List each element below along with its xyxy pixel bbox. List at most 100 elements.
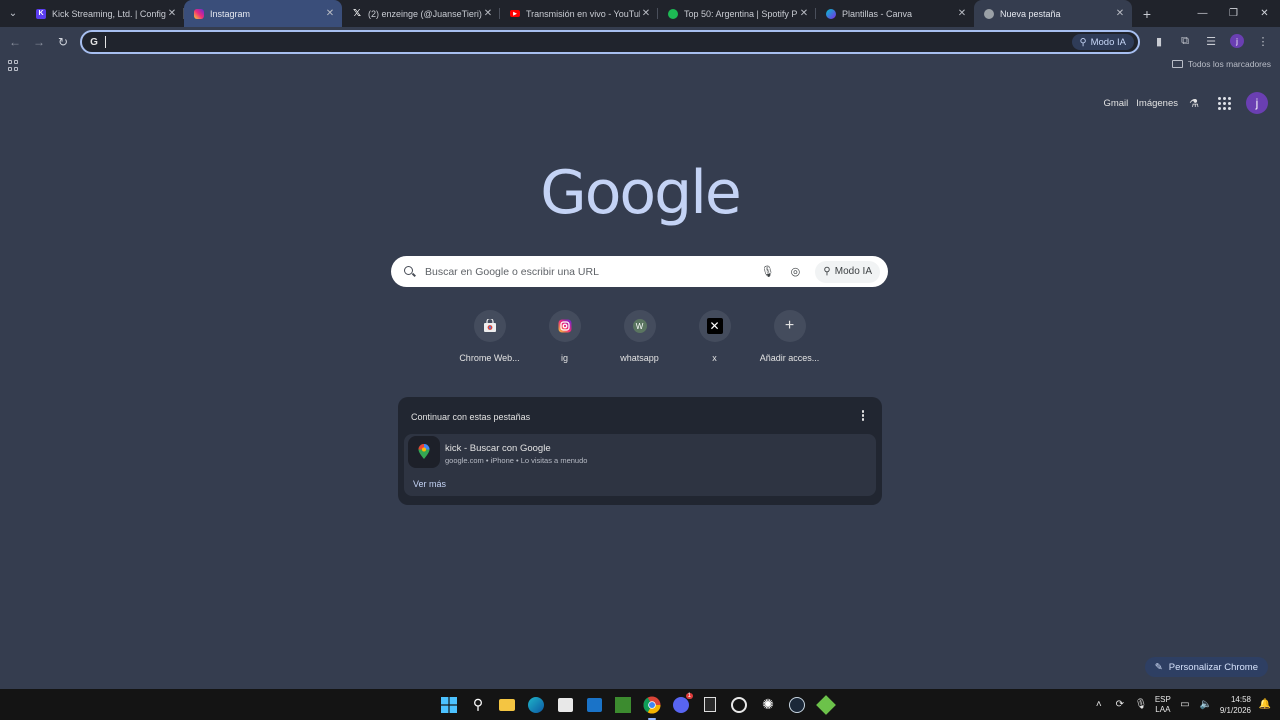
- network-icon[interactable]: ▭: [1178, 699, 1192, 710]
- toolbar-right: ▮ ⧉ ☰ j ⋮: [1148, 30, 1274, 52]
- shortcut-add[interactable]: + Añadir acces...: [752, 310, 827, 363]
- mic-tray-icon[interactable]: 🎙: [1134, 699, 1148, 710]
- labs-flask-icon[interactable]: ⚗: [1186, 95, 1202, 111]
- menu-kebab-icon[interactable]: ⋮: [1252, 30, 1274, 52]
- chevron-up-icon[interactable]: ˄: [1092, 699, 1106, 710]
- search-icon: [403, 265, 417, 279]
- close-icon[interactable]: ✕: [1114, 8, 1126, 19]
- continue-item-subtitle: google.com • iPhone • Lo visitas a menud…: [445, 456, 588, 465]
- onedrive-sync-icon[interactable]: ⟳: [1113, 699, 1127, 710]
- edge-icon[interactable]: [524, 693, 548, 717]
- shortcut-tiles: Chrome Web... ig W whatsapp ✕ x + Añadir…: [452, 310, 827, 363]
- reading-list-icon[interactable]: ☰: [1200, 30, 1222, 52]
- pencil-icon: ✎: [1154, 661, 1163, 673]
- whatsapp-letter-icon: W: [623, 310, 656, 342]
- close-icon[interactable]: ✕: [482, 8, 494, 19]
- volume-icon[interactable]: 🔈: [1199, 699, 1213, 710]
- microphone-icon[interactable]: 🎙: [759, 264, 775, 280]
- google-lens-icon[interactable]: ◎: [787, 264, 803, 280]
- time: 14:58: [1230, 694, 1251, 704]
- search-placeholder[interactable]: Buscar en Google o escribir una URL: [425, 266, 759, 278]
- shortcut-label: whatsapp: [620, 353, 659, 363]
- clock[interactable]: 14:58 9/1/2026: [1220, 694, 1251, 716]
- close-icon[interactable]: ✕: [324, 8, 336, 19]
- see-more-link[interactable]: Ver más: [413, 479, 446, 489]
- chrome-taskbar-icon[interactable]: [640, 693, 664, 720]
- continue-tab-item[interactable]: kick - Buscar con Google google.com • iP…: [404, 434, 876, 496]
- spotify-icon: [668, 8, 678, 19]
- extension-pin-icon[interactable]: ▮: [1148, 30, 1170, 52]
- whatsapp-icon[interactable]: [727, 693, 751, 717]
- windows-taskbar: ⚲ 1 ✺ ˄ ⟳ 🎙 ESP LAA ▭ 🔈 14:58 9/1/2026 🔔: [0, 689, 1280, 720]
- extensions-puzzle-icon[interactable]: ⧉: [1174, 30, 1196, 52]
- card-menu-kebab-icon[interactable]: [858, 410, 868, 421]
- tab-new-tab[interactable]: Nueva pestaña ✕: [974, 0, 1132, 27]
- close-icon[interactable]: ✕: [640, 8, 652, 19]
- tab-canva[interactable]: Plantillas - Canva ✕: [816, 0, 974, 27]
- shortcut-whatsapp[interactable]: W whatsapp: [602, 310, 677, 363]
- close-icon[interactable]: ✕: [166, 8, 178, 19]
- tab-instagram[interactable]: Instagram ✕: [184, 0, 342, 27]
- new-tab-plus-icon[interactable]: +: [1136, 3, 1158, 25]
- continue-item-title: kick - Buscar con Google: [445, 443, 551, 454]
- profile-avatar[interactable]: j: [1230, 34, 1244, 48]
- ai-mode-label: Modo IA: [834, 266, 872, 277]
- close-icon[interactable]: ✕: [956, 8, 968, 19]
- tab-spotify[interactable]: Top 50: Argentina | Spotify Play ✕: [658, 0, 816, 27]
- shortcut-label: Añadir acces...: [759, 353, 820, 363]
- date: 9/1/2026: [1219, 705, 1251, 715]
- chrome-web-store-icon: [473, 310, 506, 342]
- minecraft-launcher-icon[interactable]: [814, 693, 838, 717]
- tab-search-chevron-icon[interactable]: ⌄: [4, 5, 22, 23]
- epic-games-icon[interactable]: [698, 693, 722, 717]
- input-language[interactable]: ESP LAA: [1155, 695, 1171, 715]
- omnibox[interactable]: G ⚲ Modo IA: [80, 30, 1140, 54]
- shortcut-label: ig: [560, 353, 568, 363]
- notification-badge: 1: [685, 692, 693, 699]
- window-close-icon[interactable]: ✕: [1249, 0, 1280, 27]
- youtube-icon: ▶: [510, 10, 520, 17]
- google-g-icon: G: [90, 36, 98, 48]
- notifications-bell-icon[interactable]: 🔔: [1258, 699, 1272, 710]
- apps-grid-icon[interactable]: [8, 60, 20, 72]
- letter-badge: W: [632, 319, 647, 333]
- window-controls: — ❐ ✕: [1187, 0, 1280, 27]
- back-arrow-icon[interactable]: ←: [3, 30, 27, 54]
- ntp-search-box[interactable]: Buscar en Google o escribir una URL 🎙 ◎ …: [391, 256, 888, 287]
- google-apps-icon[interactable]: [1216, 95, 1232, 111]
- file-explorer-icon[interactable]: [495, 693, 519, 717]
- windows-start-icon[interactable]: [437, 693, 461, 717]
- tab-kick[interactable]: K Kick Streaming, Ltd. | Configura ✕: [26, 0, 184, 27]
- chrome-icon: [984, 8, 994, 19]
- forward-arrow-icon[interactable]: →: [27, 30, 51, 54]
- restore-icon[interactable]: ❐: [1218, 0, 1249, 27]
- tab-youtube[interactable]: ▶ Transmisión en vivo - YouTube ✕: [500, 0, 658, 27]
- minecraft-icon[interactable]: [611, 693, 635, 717]
- google-maps-pin-icon: [408, 436, 440, 468]
- outlook-icon[interactable]: [582, 693, 606, 717]
- tab-title: Plantillas - Canva: [842, 8, 913, 19]
- tab-strip: ⌄ K Kick Streaming, Ltd. | Configura ✕ I…: [0, 0, 1280, 27]
- all-bookmarks-button[interactable]: Todos los marcadores: [1171, 59, 1271, 69]
- customize-chrome-button[interactable]: ✎ Personalizar Chrome: [1144, 657, 1268, 677]
- shortcut-x[interactable]: ✕ x: [677, 310, 752, 363]
- system-tray: ˄ ⟳ 🎙 ESP LAA ▭ 🔈 14:58 9/1/2026 🔔: [1092, 689, 1280, 720]
- ai-mode-button[interactable]: ⚲ Modo IA: [1071, 34, 1134, 50]
- minimize-icon[interactable]: —: [1187, 0, 1218, 27]
- text-cursor: [105, 36, 106, 48]
- shortcut-ig[interactable]: ig: [527, 310, 602, 363]
- steam-icon[interactable]: [785, 693, 809, 717]
- close-icon[interactable]: ✕: [798, 8, 810, 19]
- ai-mode-button[interactable]: ⚲ Modo IA: [815, 260, 880, 283]
- search-icon[interactable]: ⚲: [466, 693, 490, 717]
- chatgpt-icon[interactable]: ✺: [756, 693, 780, 717]
- shortcut-chrome-web-store[interactable]: Chrome Web...: [452, 310, 527, 363]
- reload-icon[interactable]: ↻: [51, 30, 75, 54]
- discord-icon[interactable]: 1: [669, 692, 693, 717]
- tab-x[interactable]: 𝕏 (2) enzeinge (@JuanseTieri) / X ✕: [342, 0, 500, 27]
- account-avatar[interactable]: j: [1246, 92, 1268, 114]
- gmail-link[interactable]: Gmail: [1103, 98, 1128, 109]
- images-link[interactable]: Imágenes: [1136, 98, 1178, 109]
- instagram-icon: [194, 8, 204, 19]
- microsoft-store-icon[interactable]: [553, 693, 577, 717]
